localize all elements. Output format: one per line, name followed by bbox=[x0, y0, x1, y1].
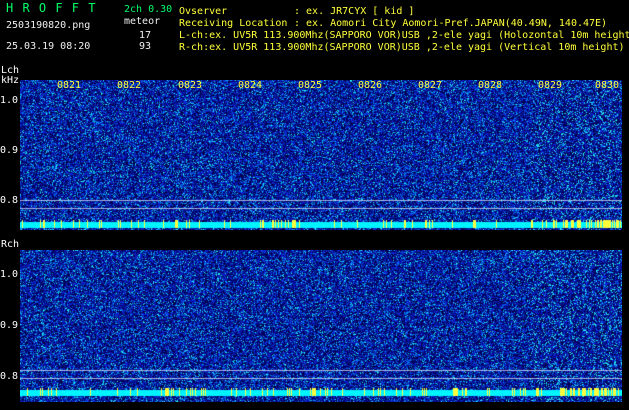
lch-ytick-1: 1.0 bbox=[0, 95, 19, 106]
app-title: H R O F F T bbox=[6, 1, 97, 15]
version-label: 2ch 0.30 bbox=[124, 4, 173, 15]
time-tick-0822: 0822 bbox=[117, 80, 142, 91]
location-value: : ex. Aomori City Aomori-Pref.JAPAN(40.4… bbox=[294, 18, 608, 29]
lch-spectrogram bbox=[20, 80, 622, 230]
time-tick-0821: 0821 bbox=[57, 80, 82, 91]
time-tick-0824: 0824 bbox=[238, 80, 263, 91]
time-tick-0827: 0827 bbox=[418, 80, 443, 91]
location-label: Receiving Location bbox=[179, 18, 288, 29]
rch-ytick-2: 0.9 bbox=[0, 320, 19, 331]
observer-label: Ovserver bbox=[179, 6, 228, 17]
time-tick-0829: 0829 bbox=[538, 80, 563, 91]
lch-ytick-2: 0.9 bbox=[0, 145, 19, 156]
datetime-label: 25.03.19 08:20 bbox=[6, 41, 91, 52]
time-tick-0830: 0830 bbox=[595, 80, 620, 91]
rch-ytick-3: 0.8 bbox=[0, 371, 19, 382]
time-tick-0823: 0823 bbox=[178, 80, 203, 91]
time-tick-0826: 0826 bbox=[358, 80, 383, 91]
observer-value: : ex. JR7CYX [ kid ] bbox=[294, 6, 415, 17]
rch-spectrogram bbox=[20, 250, 622, 402]
rch-ytick-1: 1.0 bbox=[0, 269, 19, 280]
lch-info: L-ch:ex. UV5R 113.900Mhz(SAPPORO VOR)USB… bbox=[179, 30, 629, 41]
lch-unit-label: kHz bbox=[1, 75, 20, 86]
filename-label: 2503190820.png bbox=[6, 20, 91, 31]
mode-label: meteor bbox=[124, 16, 161, 27]
time-tick-0825: 0825 bbox=[298, 80, 323, 91]
lch-ytick-3: 0.8 bbox=[0, 195, 19, 206]
rch-channel-label: Rch bbox=[1, 239, 20, 250]
time-tick-0828: 0828 bbox=[478, 80, 503, 91]
lch-count: 17 bbox=[139, 30, 152, 41]
rch-info: R-ch:ex. UV5R 113.900Mhz(SAPPORO VOR)USB… bbox=[179, 42, 625, 53]
rch-count: 93 bbox=[139, 41, 152, 52]
